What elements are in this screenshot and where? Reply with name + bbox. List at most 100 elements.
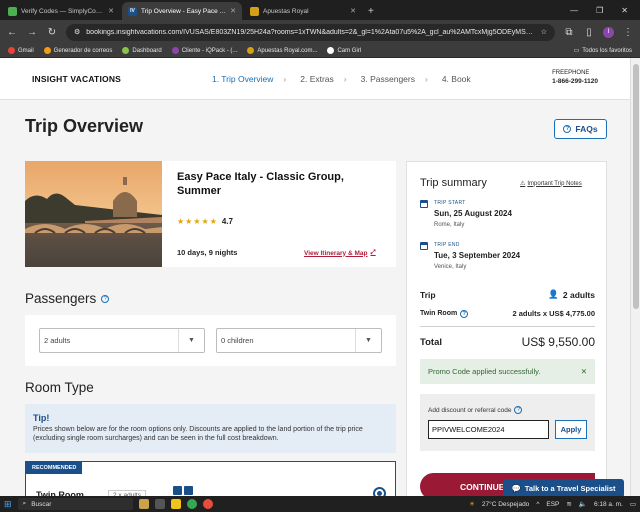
close-icon[interactable]: ✕ bbox=[350, 7, 356, 15]
room-type-heading: Room Type bbox=[25, 380, 94, 395]
sidepanel-icon[interactable]: ▯ bbox=[583, 27, 595, 38]
children-select[interactable]: 0 children ▼ bbox=[216, 328, 382, 353]
scrollbar-thumb[interactable] bbox=[633, 64, 639, 309]
search-icon: ⌕ bbox=[22, 500, 27, 507]
step-passengers[interactable]: 3. Passengers › bbox=[361, 74, 428, 84]
promo-label: Add discount or referral code ? bbox=[428, 406, 523, 414]
iqpack-icon bbox=[171, 47, 179, 54]
star-icon: ★ bbox=[193, 217, 201, 226]
bookmark-apuestas[interactable]: Apuestas Royal.com... bbox=[247, 47, 317, 54]
taskview-icon[interactable] bbox=[154, 499, 165, 509]
close-icon[interactable]: ✕ bbox=[581, 367, 587, 376]
browser-tab-simplycodes[interactable]: Verify Codes — SimplyCodes ✕ bbox=[2, 2, 120, 20]
star-icon: ★ bbox=[185, 217, 193, 226]
trip-end-place: Venice, Italy bbox=[434, 264, 467, 270]
trip-pax-row: Trip 👤 2 adults bbox=[420, 289, 595, 300]
promo-success-message: Promo Code applied successfully. ✕ bbox=[420, 359, 595, 384]
tray-chevron-icon[interactable]: ^ bbox=[536, 501, 539, 508]
language-indicator[interactable]: ESP bbox=[546, 501, 559, 508]
calendar-icon bbox=[420, 200, 428, 208]
browser-tabstrip: Verify Codes — SimplyCodes ✕ IV Trip Ove… bbox=[0, 0, 640, 20]
system-tray: ☀ 27°C Despejado ^ ESP ≋ 🔈 6:18 a. m. ▭ bbox=[469, 500, 636, 509]
forward-icon[interactable]: → bbox=[26, 27, 38, 38]
tab-label: Trip Overview - Easy Pace Italy bbox=[141, 7, 227, 15]
weather-text[interactable]: 27°C Despejado bbox=[482, 501, 529, 508]
view-itinerary-link[interactable]: View Itinerary & Map ⤢ bbox=[304, 249, 376, 257]
bookmark-gmail[interactable]: Gmail bbox=[8, 47, 34, 54]
bed-icon bbox=[173, 486, 182, 495]
widget-icon[interactable] bbox=[138, 499, 149, 509]
file-explorer-icon[interactable] bbox=[170, 499, 181, 509]
trip-name: Easy Pace Italy - Classic Group, Summer bbox=[177, 171, 344, 197]
logo[interactable]: INSIGHT VACATIONS bbox=[32, 74, 212, 84]
help-icon[interactable]: ? bbox=[460, 309, 469, 318]
phone-number[interactable]: 1-866-299-1120 bbox=[552, 78, 598, 86]
help-icon[interactable]: ? bbox=[101, 294, 110, 303]
app-icon[interactable] bbox=[202, 499, 213, 509]
generator-icon bbox=[43, 47, 51, 54]
address-bar[interactable]: ⚙ bookings.insightvacations.com/IVUSAS/E… bbox=[66, 23, 555, 41]
bookmark-generador[interactable]: Generador de correos bbox=[43, 47, 112, 54]
step-book[interactable]: 4. Book bbox=[442, 74, 471, 84]
page-title: Trip Overview bbox=[25, 116, 144, 136]
volume-icon[interactable]: 🔈 bbox=[579, 500, 587, 508]
help-icon: ? bbox=[563, 125, 572, 133]
menu-icon[interactable]: ⋮ bbox=[622, 27, 634, 38]
close-window-icon[interactable]: ✕ bbox=[621, 6, 628, 15]
page-scrollbar[interactable] bbox=[630, 58, 640, 496]
trip-end-label: TRIP END bbox=[434, 242, 460, 248]
browser-tab-trip-overview[interactable]: IV Trip Overview - Easy Pace Italy ✕ bbox=[122, 2, 242, 20]
minimize-icon[interactable]: — bbox=[570, 6, 578, 15]
gmail-icon bbox=[8, 47, 15, 54]
trip-start-label: TRIP START bbox=[434, 200, 466, 206]
browser-tab-apuestas[interactable]: Apuestas Royal ✕ bbox=[244, 2, 362, 20]
maximize-icon[interactable]: ❐ bbox=[596, 6, 603, 15]
royal-icon bbox=[247, 47, 255, 54]
promo-code-input[interactable] bbox=[428, 420, 549, 439]
help-icon[interactable]: ? bbox=[514, 406, 523, 414]
trip-card: Easy Pace Italy - Classic Group, Summer … bbox=[25, 161, 396, 267]
site-header: INSIGHT VACATIONS 1. Trip Overview › 2. E… bbox=[0, 58, 630, 100]
apply-button[interactable]: Apply bbox=[555, 420, 587, 439]
windows-start-icon[interactable]: ⊞ bbox=[4, 499, 12, 510]
close-icon[interactable]: ✕ bbox=[230, 7, 236, 15]
clock[interactable]: 6:18 a. m. bbox=[594, 501, 623, 508]
profile-avatar[interactable]: I bbox=[603, 26, 614, 38]
step-trip-overview[interactable]: 1. Trip Overview › bbox=[212, 74, 286, 84]
trip-start-place: Rome, Italy bbox=[434, 222, 465, 228]
important-notes-link[interactable]: ⚠ Important Trip Notes bbox=[520, 180, 582, 188]
close-icon[interactable]: ✕ bbox=[108, 7, 114, 15]
star-icon: ★ bbox=[177, 217, 185, 226]
dashboard-icon bbox=[122, 47, 130, 54]
room-option-twin[interactable]: RECOMMENDED Twin Room 2 x adults bbox=[25, 461, 396, 501]
extensions-icon[interactable]: ⧉ bbox=[563, 27, 575, 38]
tip-title: Tip! bbox=[33, 413, 50, 423]
faq-button[interactable]: ? FAQs bbox=[554, 119, 607, 139]
trip-end-date: Tue, 3 September 2024 bbox=[434, 251, 521, 260]
new-tab-button[interactable]: + bbox=[362, 6, 380, 20]
calendar-icon bbox=[420, 242, 428, 250]
url-text: bookings.insightvacations.com/IVUSAS/E80… bbox=[86, 28, 535, 36]
bookmark-star-icon[interactable]: ☆ bbox=[541, 28, 547, 36]
all-bookmarks[interactable]: ▭ Todos los favoritos bbox=[574, 47, 632, 55]
room-price-row: Twin Room ? 2 adults x US$ 4,775.00 bbox=[420, 309, 595, 318]
site-info-icon[interactable]: ⚙ bbox=[74, 28, 80, 36]
bookmark-cliente[interactable]: Cliente - iQPack - (... bbox=[171, 47, 237, 54]
chrome-icon[interactable] bbox=[186, 499, 197, 509]
adults-select[interactable]: 2 adults ▼ bbox=[39, 328, 205, 353]
bookmark-camgirl[interactable]: Cam Girl bbox=[327, 47, 361, 54]
step-extras[interactable]: 2. Extras › bbox=[300, 74, 346, 84]
taskbar-search[interactable]: ⌕ Buscar bbox=[17, 498, 133, 510]
wifi-icon[interactable]: ≋ bbox=[566, 500, 571, 508]
camgirl-icon bbox=[327, 47, 335, 54]
passengers-box: 2 adults ▼ 0 children ▼ bbox=[25, 315, 396, 366]
back-icon[interactable]: ← bbox=[6, 27, 18, 38]
bookmark-dashboard[interactable]: Dashboard bbox=[122, 47, 162, 54]
rating-stars: ★ ★ ★ ★ ★ 4.7 bbox=[177, 217, 233, 226]
rating-value: 4.7 bbox=[221, 217, 233, 226]
trip-summary-panel: Trip summary ⚠ Important Trip Notes TRIP… bbox=[406, 161, 607, 501]
notification-icon[interactable]: ▭ bbox=[630, 500, 636, 508]
person-icon: 👤 bbox=[548, 289, 559, 299]
reload-icon[interactable]: ↻ bbox=[46, 27, 58, 38]
expand-icon: ⤢ bbox=[370, 249, 376, 256]
